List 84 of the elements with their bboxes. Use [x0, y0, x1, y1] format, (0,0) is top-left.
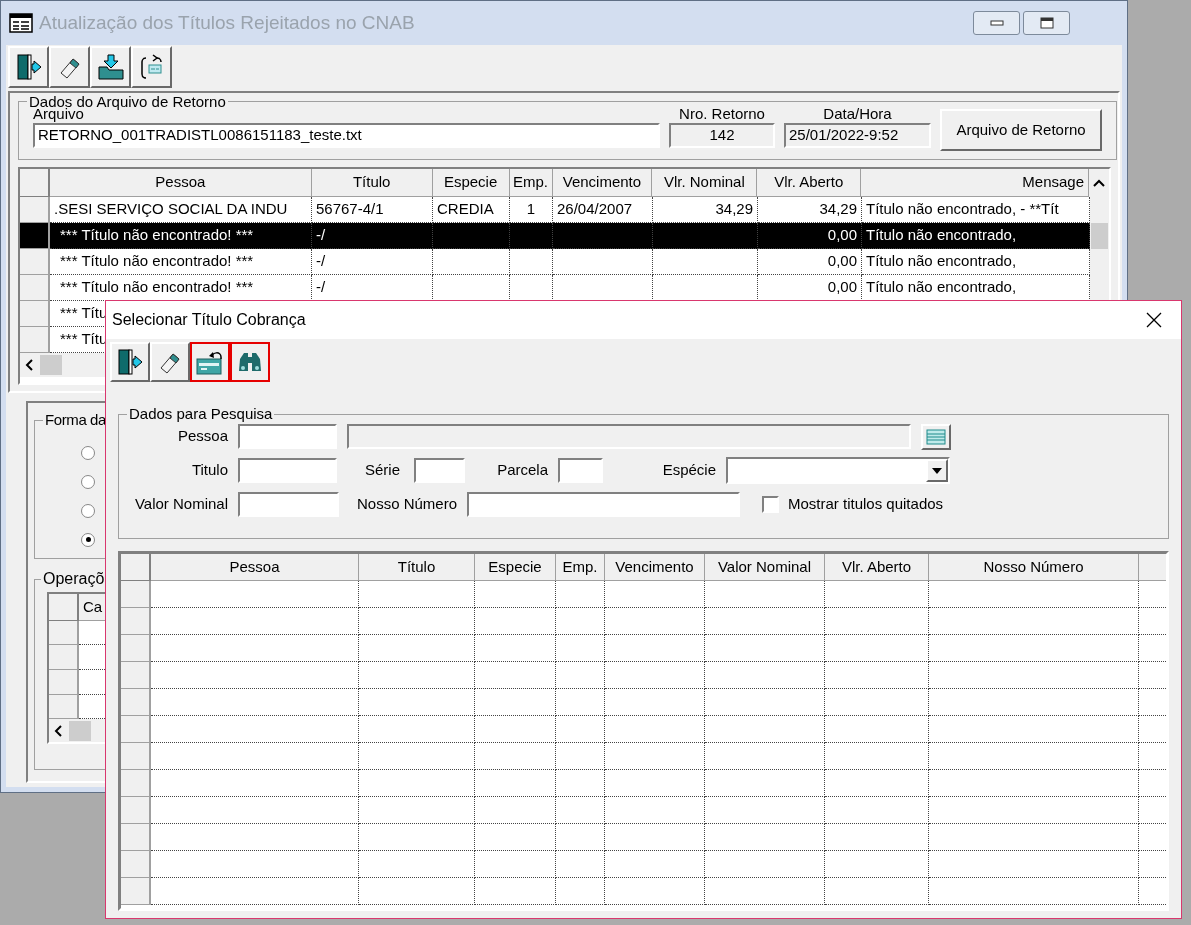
field-label: Titulo [190, 460, 229, 481]
column-header: Mensage [861, 169, 1089, 197]
scrollbar-thumb[interactable] [40, 355, 62, 375]
grid-cell [556, 635, 605, 662]
field-label: Pessoa [176, 426, 229, 447]
window-title: Atualização dos Títulos Rejeitados no CNAB [39, 10, 415, 35]
input-field[interactable] [238, 492, 339, 517]
field-label: Parcela [496, 460, 549, 481]
row-header [121, 554, 151, 581]
door-exit-icon [116, 348, 144, 376]
grid-cell [556, 689, 605, 716]
close-icon [1146, 312, 1162, 328]
column-header [1139, 554, 1166, 581]
grid-cell [556, 608, 605, 635]
radio-button[interactable] [81, 474, 95, 489]
grid-cell [556, 743, 605, 770]
column-header: Valor Nominal [705, 554, 825, 581]
chevron-up-icon [1093, 179, 1105, 187]
grid-cell [556, 770, 605, 797]
scrollbar-thumb[interactable] [69, 720, 91, 741]
column-header: Pessoa [49, 169, 312, 197]
row-header[interactable] [20, 223, 50, 249]
field-label: Valor Nominal [133, 494, 229, 515]
input-field[interactable] [467, 492, 740, 517]
group-title: Dados do Arquivo de Retorno [28, 94, 227, 109]
row-header[interactable] [49, 620, 79, 646]
radio-button[interactable] [81, 445, 95, 460]
refresh-document-icon [138, 53, 165, 81]
input-field[interactable]: RETORNO_001TRADISTL0086151183_teste.txt [33, 123, 660, 148]
chevron-left-icon [25, 359, 35, 371]
grid-cell [556, 824, 605, 851]
grid-cell [556, 716, 605, 743]
return-file-button[interactable]: Arquivo de Retorno [940, 109, 1102, 151]
field-label: Série [363, 460, 401, 481]
column-header: Vlr. Aberto [757, 169, 862, 197]
column-header: Vencimento [552, 169, 653, 197]
dropdown-field[interactable] [726, 457, 950, 484]
binoculars-icon [237, 351, 263, 373]
folder-download-icon [96, 53, 125, 81]
column-header: Pessoa [151, 554, 359, 581]
maximize-icon [1039, 17, 1054, 29]
window-title: Selecionar Título Cobrança [112, 310, 306, 330]
column-header: Especie [432, 169, 510, 197]
chevron-left-icon [54, 724, 64, 737]
field-label: Nro. Retorno [679, 105, 765, 123]
minimize-icon [989, 20, 1004, 26]
column-header: Nosso Número [929, 554, 1139, 581]
input-field[interactable] [414, 458, 465, 483]
input-field[interactable] [238, 458, 337, 483]
lookup-button[interactable] [921, 423, 951, 450]
grid-cell [556, 797, 605, 824]
grid-cell [556, 878, 605, 905]
dropdown-arrow-icon [932, 467, 942, 474]
column-header: Emp. [509, 169, 553, 197]
checkbox[interactable] [762, 496, 779, 513]
group-title: Operaçõ [42, 569, 106, 589]
grid-cell [556, 851, 605, 878]
radio-button[interactable] [81, 532, 95, 547]
field-label: Data/Hora [823, 105, 892, 123]
window-icon [9, 13, 33, 33]
input-field[interactable]: 25/01/2022-9:52 [784, 123, 931, 148]
checkbox-label: Mostrar titulos quitados [788, 494, 944, 515]
column-header: Emp. [556, 554, 605, 581]
field-label: Nosso Número [355, 494, 458, 515]
field-label: Espécie [661, 460, 717, 481]
column-header: Vlr. Aberto [825, 554, 929, 581]
column-header: Título [359, 554, 475, 581]
radio-button[interactable] [81, 503, 95, 518]
input-field[interactable] [238, 424, 337, 449]
scrollbar-thumb[interactable] [1091, 223, 1108, 249]
input-field[interactable] [558, 458, 603, 483]
door-exit-icon [14, 53, 43, 81]
maximize-button[interactable] [1023, 11, 1070, 35]
group-title: Dados para Pesquisa [128, 404, 274, 424]
readonly-field[interactable] [347, 424, 911, 449]
grid-cell [556, 581, 605, 608]
list-icon [926, 428, 946, 445]
grid-cell [556, 662, 605, 689]
column-header: Título [311, 169, 433, 197]
group-title: Forma da [44, 410, 107, 430]
input-field[interactable]: 142 [669, 123, 775, 148]
column-header: Vencimento [605, 554, 705, 581]
column-header: Vlr. Nominal [652, 169, 758, 197]
column-header: Especie [475, 554, 556, 581]
